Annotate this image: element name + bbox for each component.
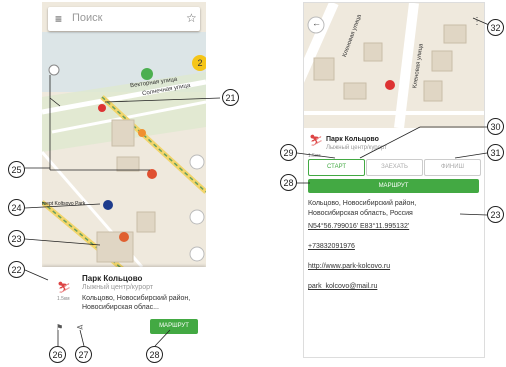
place-title: Парк Кольцово <box>82 274 143 283</box>
callout-28-right: 28 <box>280 174 297 191</box>
callout-21: 21 <box>222 89 239 106</box>
place-card[interactable]: ⛷ 1.5км Парк Кольцово Лыжный центр/курор… <box>42 267 206 340</box>
back-arrow-icon[interactable]: ← <box>312 18 321 28</box>
callout-27: 27 <box>75 346 92 363</box>
callout-31: 31 <box>487 144 504 161</box>
callout-32: 32 <box>487 19 504 36</box>
share-icon[interactable]: ⋖ <box>76 322 84 333</box>
callout-24: 24 <box>8 199 25 216</box>
website-link[interactable]: http://www.park-kolcovo.ru <box>308 263 390 270</box>
poi-label[interactable]: mept Koltsovo Park <box>42 201 85 207</box>
right-phone-screen: ← ⋮ Кленовая улица Кленовая улица ⛷ 1.5к… <box>303 2 485 358</box>
callout-28: 28 <box>146 346 163 363</box>
via-button[interactable]: ЗАЕХАТЬ <box>366 159 423 176</box>
flag-icon[interactable]: ⚑ <box>56 323 63 332</box>
callout-29: 29 <box>280 144 297 161</box>
phone-link[interactable]: +73832091976 <box>308 243 355 250</box>
callout-22: 22 <box>8 261 25 278</box>
place-title: Парк Кольцово <box>326 136 379 143</box>
coordinates-link[interactable]: N54°56.799016' E83°11.995132' <box>308 223 409 230</box>
hamburger-menu-icon[interactable]: ≡ <box>55 12 62 26</box>
callout-25: 25 <box>8 161 25 178</box>
place-category: Лыжный центр/курорт <box>82 284 154 291</box>
finish-button[interactable]: ФИНИШ <box>424 159 481 176</box>
start-button[interactable]: СТАРТ <box>308 159 365 176</box>
email-link[interactable]: park_kolcovo@mail.ru <box>308 283 377 290</box>
ski-icon: ⛷ <box>57 282 71 294</box>
callout-26: 26 <box>49 346 66 363</box>
search-input[interactable]: Поиск <box>72 12 102 24</box>
place-category: Лыжный центр/курорт <box>326 145 387 151</box>
place-address: Кольцово, Новосибирский район, Новосибир… <box>308 200 417 217</box>
callout-23-right: 23 <box>487 206 504 223</box>
place-address: Кольцово, Новосибирский район, Новосибир… <box>82 295 191 311</box>
distance-label: 1.5км <box>57 296 70 302</box>
cluster-badge[interactable]: 2 <box>192 55 206 71</box>
map-canvas-detail[interactable] <box>304 3 484 128</box>
more-vertical-icon[interactable]: ⋮ <box>472 16 482 27</box>
route-button[interactable]: МАРШРУТ <box>150 319 198 334</box>
callout-23: 23 <box>8 230 25 247</box>
callout-30: 30 <box>487 118 504 135</box>
star-icon[interactable]: ☆ <box>186 11 197 25</box>
ski-icon: ⛷ <box>309 135 323 147</box>
left-phone-screen: Векторная улица Солнечная улица mept Kol… <box>42 2 206 340</box>
search-bar[interactable]: ≡ Поиск ☆ <box>48 7 200 31</box>
route-button[interactable]: МАРШРУТ <box>308 179 479 193</box>
